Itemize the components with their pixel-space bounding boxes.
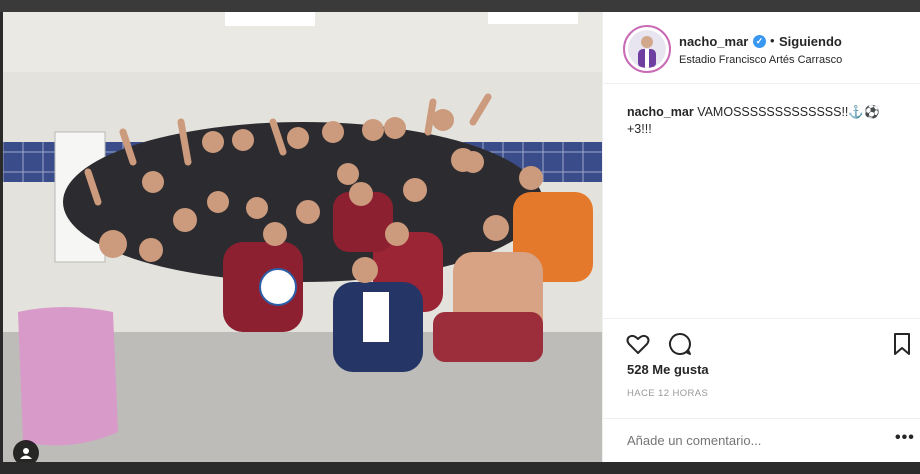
- post-panel: nacho_mar ✓ • Siguiendo Estadio Francisc…: [602, 12, 920, 462]
- more-options-icon[interactable]: •••: [895, 429, 915, 447]
- heart-icon[interactable]: [625, 331, 651, 357]
- username-link[interactable]: nacho_mar: [679, 34, 748, 49]
- avatar[interactable]: [623, 25, 671, 73]
- bookmark-icon[interactable]: [889, 331, 915, 357]
- location-link[interactable]: Estadio Francisco Artés Carrasco: [679, 54, 842, 66]
- action-bar: [603, 318, 920, 362]
- following-button[interactable]: Siguiendo: [779, 34, 842, 49]
- avatar-image: [628, 30, 666, 68]
- top-bar: [0, 0, 920, 12]
- caption-text: VAMOSSSSSSSSSSSSS!!⚓⚽: [697, 105, 880, 119]
- likes-count[interactable]: 528 Me gusta: [627, 362, 709, 377]
- comment-icon[interactable]: [667, 331, 693, 357]
- user-tag-icon[interactable]: [13, 440, 39, 462]
- team-celebration-photo: [3, 12, 602, 462]
- caption: nacho_mar VAMOSSSSSSSSSSSSS!!⚓⚽ +3!!!: [627, 104, 907, 138]
- verified-icon: ✓: [753, 35, 766, 48]
- post-photo[interactable]: [3, 12, 602, 462]
- post-timestamp: HACE 12 HORAS: [627, 388, 709, 399]
- bottom-strip: [0, 462, 920, 474]
- post-header: nacho_mar ✓ • Siguiendo Estadio Francisc…: [603, 12, 920, 84]
- caption-username[interactable]: nacho_mar: [627, 105, 694, 119]
- separator-dot: •: [770, 33, 775, 48]
- caption-line2: +3!!!: [627, 122, 652, 136]
- comment-bar: •••: [603, 418, 920, 462]
- comment-input[interactable]: [627, 433, 867, 448]
